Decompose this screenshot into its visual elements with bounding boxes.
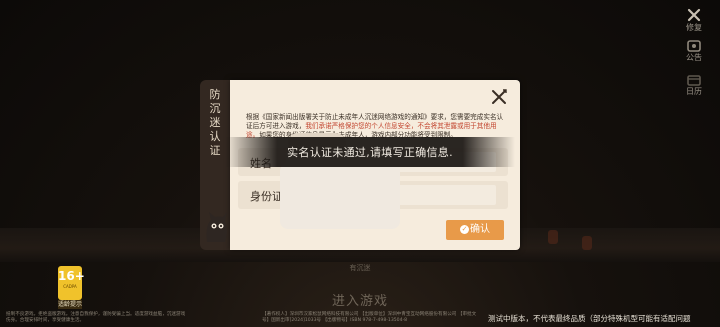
announcement-label: 公告 [686,53,702,62]
test-version-notice: 测试中版本，不代表最终品质（部分特殊机型可能有适配问题 [488,314,691,323]
panel-title: 防沉迷认证 [209,88,221,157]
mascot-icon [206,212,227,242]
calendar-icon [687,75,701,86]
repair-button[interactable]: 修复 [682,8,706,33]
small-button[interactable]: 有沉迷 [346,263,374,273]
close-icon[interactable] [490,88,508,106]
id-card-label: 身份证 [250,190,283,203]
age-rating-caption: 适龄提示 [58,300,83,309]
error-toast: 实名认证未通过,请填写正确信息. [225,137,515,167]
confirm-label: 确认 [470,224,490,235]
announcement-button[interactable]: 公告 [682,40,706,63]
wrench-cross-icon [687,8,701,22]
age-rating-number: 16+ [58,269,85,283]
confirm-icon: ✓ [460,225,469,234]
publisher-credits: 【著作权人】深圳市汉家松鼠网络科技有限公司 【出版单位】深圳中青宝互动网络股份有… [262,312,477,323]
calendar-label: 日历 [686,87,702,96]
background-lantern [548,230,558,244]
background-lantern [582,236,592,250]
confirm-button[interactable]: ✓ 确认 [446,220,504,240]
repair-label: 修复 [686,23,702,32]
health-notice: 抵制不良游戏，拒绝盗版游戏。注意自我保护，谨防受骗上当。适度游戏益脑，沉迷游戏伤… [6,312,186,323]
age-rating-badge[interactable]: 16+ CADPA 适龄提示 [58,266,85,309]
enter-game-button[interactable]: 进入游戏 [318,290,402,309]
calendar-button[interactable]: 日历 [682,74,706,97]
age-rating-sub: CADPA [63,284,77,289]
toast-message: 实名认证未通过,请填写正确信息. [287,146,453,159]
redaction-blur [280,163,400,229]
ticket-icon [687,40,701,52]
